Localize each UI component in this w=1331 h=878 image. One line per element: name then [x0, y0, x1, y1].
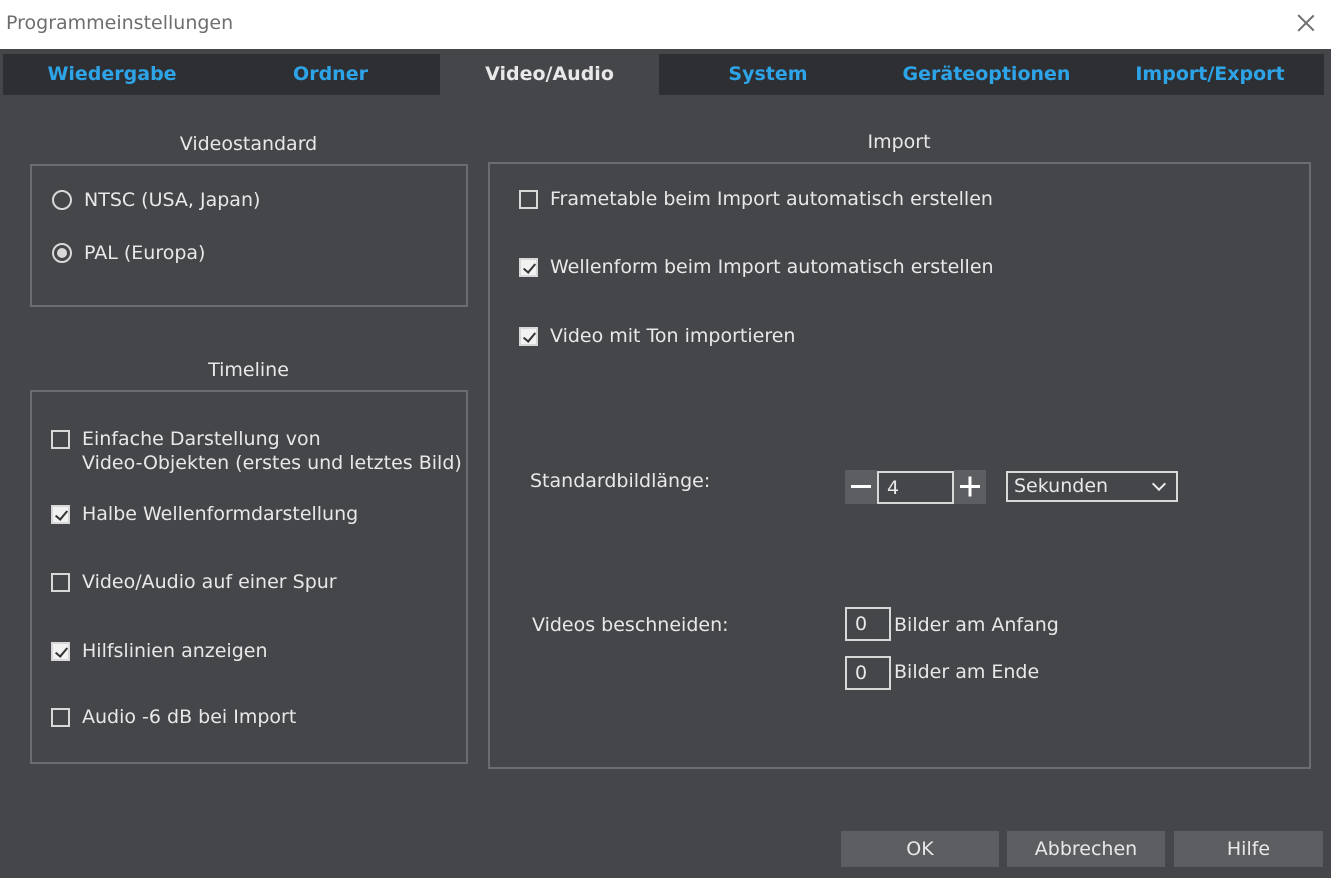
tab-geraeteoptionen[interactable]: Geräteoptionen	[877, 54, 1096, 95]
radio-button[interactable]	[52, 190, 72, 210]
ok-button[interactable]: OK	[841, 831, 999, 867]
checkbox-audio-6db[interactable]: Audio -6 dB bei Import	[51, 706, 296, 728]
radio-label: NTSC (USA, Japan)	[84, 189, 261, 211]
videostandard-heading: Videostandard	[179, 133, 318, 155]
minus-glyph	[851, 485, 871, 488]
checkbox[interactable]	[519, 327, 538, 346]
chevron-down-icon	[1151, 476, 1167, 492]
checkbox-hilfslinien[interactable]: Hilfslinien anzeigen	[51, 640, 268, 662]
import-heading: Import	[867, 131, 931, 153]
checkbox-label: Einfache Darstellung von Video-Objekten …	[82, 427, 462, 475]
standardbildlaenge-input[interactable]	[877, 471, 954, 504]
close-icon[interactable]	[1295, 12, 1317, 34]
trim-start-input[interactable]	[845, 607, 891, 641]
checkbox-video-mit-ton[interactable]: Video mit Ton importieren	[519, 325, 795, 347]
trim-end-label: Bilder am Ende	[894, 661, 1040, 683]
tab-video-audio[interactable]: Video/Audio	[440, 54, 659, 95]
label-line-2: Video-Objekten (erstes und letztes Bild)	[82, 452, 462, 474]
checkbox[interactable]	[51, 708, 70, 727]
checkbox-frametable[interactable]: Frametable beim Import automatisch erste…	[519, 188, 993, 210]
tab-wiedergabe[interactable]: Wiedergabe	[3, 54, 221, 95]
checkbox[interactable]	[519, 190, 538, 209]
unit-dropdown[interactable]: Sekunden	[1006, 471, 1178, 502]
trim-end-input[interactable]	[845, 656, 891, 690]
checkbox[interactable]	[519, 258, 538, 277]
minus-icon[interactable]	[845, 470, 877, 504]
beschneiden-label: Videos beschneiden:	[532, 614, 729, 636]
checkbox-label: Video mit Ton importieren	[550, 325, 796, 347]
checkbox-wellenform[interactable]: Wellenform beim Import automatisch erste…	[519, 256, 994, 278]
trim-start-label: Bilder am Anfang	[894, 614, 1059, 636]
window-title: Programmeinstellungen	[6, 12, 234, 34]
checkbox[interactable]	[51, 430, 70, 449]
checkbox-halbe-wellenform[interactable]: Halbe Wellenformdarstellung	[51, 503, 358, 525]
radio-label: PAL (Europa)	[84, 242, 206, 264]
standardbildlaenge-label: Standardbildlänge:	[530, 470, 711, 492]
checkbox[interactable]	[51, 642, 70, 661]
checkbox[interactable]	[51, 573, 70, 592]
checkbox-label: Wellenform beim Import automatisch erste…	[550, 256, 994, 278]
tab-system[interactable]: System	[659, 54, 877, 95]
title-bar: Programmeinstellungen	[0, 0, 1331, 49]
checkbox-label: Halbe Wellenformdarstellung	[82, 503, 359, 525]
checkbox[interactable]	[51, 505, 70, 524]
tab-bar: Wiedergabe Ordner Video/Audio System Ger…	[3, 54, 1324, 95]
checkbox-label: Frametable beim Import automatisch erste…	[550, 188, 993, 210]
radio-pal[interactable]: PAL (Europa)	[52, 242, 205, 264]
timeline-heading: Timeline	[208, 359, 289, 381]
cancel-button[interactable]: Abbrechen	[1007, 831, 1165, 867]
unit-dropdown-value: Sekunden	[1014, 475, 1109, 497]
radio-button[interactable]	[52, 243, 72, 263]
checkbox-label: Video/Audio auf einer Spur	[82, 571, 337, 593]
tab-ordner[interactable]: Ordner	[221, 54, 440, 95]
help-button[interactable]: Hilfe	[1174, 831, 1323, 867]
checkbox-label: Audio -6 dB bei Import	[82, 706, 297, 728]
tab-import-export[interactable]: Import/Export	[1096, 54, 1324, 95]
label-line-1: Einfache Darstellung von	[82, 428, 321, 450]
radio-ntsc[interactable]: NTSC (USA, Japan)	[52, 189, 260, 211]
plus-icon[interactable]	[954, 470, 986, 504]
checkbox-einfache-darstellung[interactable]: Einfache Darstellung von Video-Objekten …	[51, 428, 462, 475]
videostandard-group	[30, 164, 468, 307]
plus-glyph	[960, 476, 980, 497]
checkbox-label: Hilfslinien anzeigen	[82, 640, 268, 662]
checkbox-eine-spur[interactable]: Video/Audio auf einer Spur	[51, 571, 337, 593]
